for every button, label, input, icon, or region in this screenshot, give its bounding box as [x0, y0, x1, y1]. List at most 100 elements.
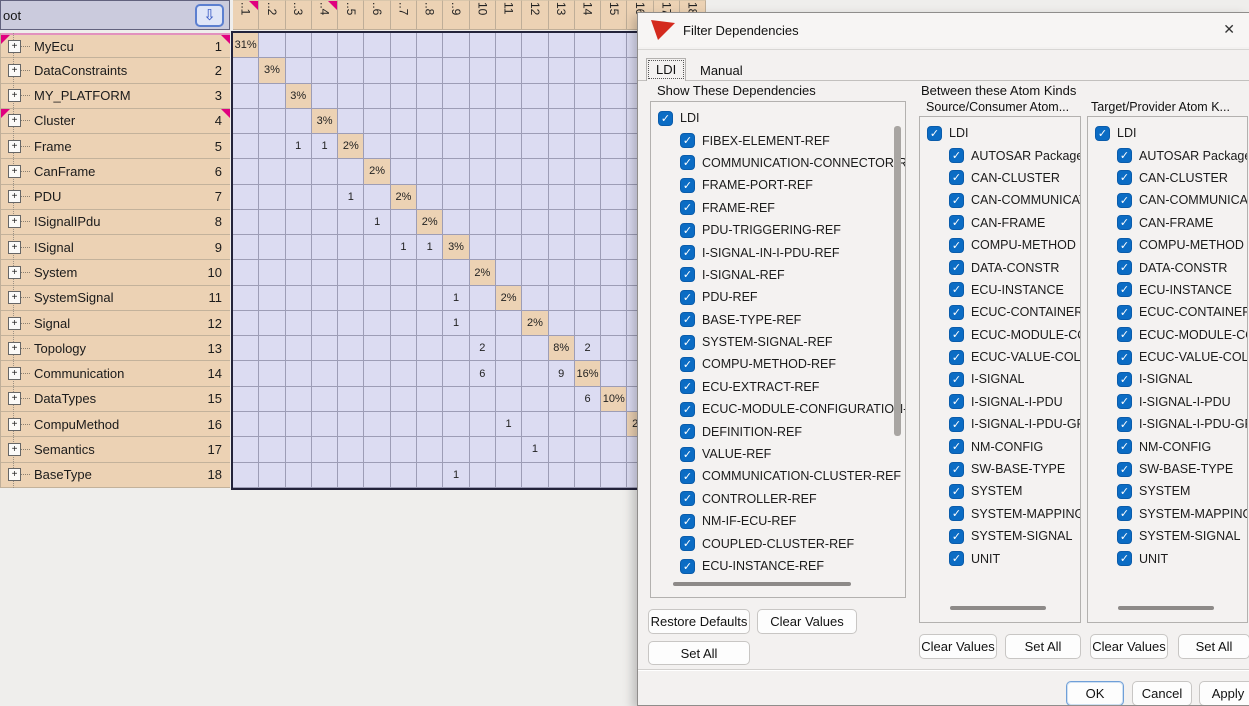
matrix-cell[interactable]: [338, 412, 364, 437]
close-icon[interactable]: ✕: [1223, 21, 1235, 38]
checkbox-item[interactable]: ✓SYSTEM-MAPPING: [949, 503, 1080, 525]
matrix-column-header[interactable]: ..3: [286, 0, 312, 30]
clear-values-button-source[interactable]: Clear Values: [919, 634, 997, 659]
checkbox-item[interactable]: ✓I-SIGNAL: [1117, 368, 1247, 390]
matrix-cell[interactable]: [575, 33, 601, 58]
matrix-cell[interactable]: [259, 286, 285, 311]
matrix-cell[interactable]: [391, 109, 417, 134]
matrix-cell[interactable]: 16%: [575, 361, 601, 386]
matrix-cell[interactable]: [338, 210, 364, 235]
matrix-cell[interactable]: [417, 463, 443, 488]
checkbox-checked-icon[interactable]: ✓: [680, 379, 695, 394]
matrix-row-header[interactable]: +PDU7: [1, 185, 230, 210]
matrix-cell[interactable]: [233, 109, 259, 134]
matrix-cell[interactable]: [312, 84, 338, 109]
matrix-cell[interactable]: [259, 412, 285, 437]
checkbox-item[interactable]: ✓ECUC-VALUE-COLLEC: [1117, 346, 1247, 368]
checkbox-checked-icon[interactable]: ✓: [680, 335, 695, 350]
matrix-cell[interactable]: [286, 109, 312, 134]
matrix-row-header[interactable]: +Semantics17: [1, 437, 230, 462]
expand-icon[interactable]: +: [8, 392, 21, 405]
checkbox-checked-icon[interactable]: ✓: [680, 200, 695, 215]
checkbox-checked-icon[interactable]: ✓: [949, 462, 964, 477]
matrix-cell[interactable]: [417, 311, 443, 336]
matrix-cell[interactable]: [549, 260, 575, 285]
matrix-cell[interactable]: [470, 109, 496, 134]
matrix-cell[interactable]: [522, 185, 548, 210]
matrix-cell[interactable]: [417, 437, 443, 462]
matrix-cell[interactable]: [549, 387, 575, 412]
matrix-cell[interactable]: 2%: [338, 134, 364, 159]
matrix-cell[interactable]: [549, 58, 575, 83]
checkbox-checked-icon[interactable]: ✓: [680, 424, 695, 439]
matrix-cell[interactable]: [575, 185, 601, 210]
matrix-row-header[interactable]: +ISignal9: [1, 235, 230, 260]
matrix-cell[interactable]: [233, 361, 259, 386]
matrix-cell[interactable]: [391, 210, 417, 235]
checkbox-item[interactable]: ✓I-SIGNAL-I-PDU: [1117, 391, 1247, 413]
matrix-row-header[interactable]: +Frame5: [1, 134, 230, 159]
matrix-cell[interactable]: [443, 58, 469, 83]
checkbox-checked-icon[interactable]: ✓: [949, 148, 964, 163]
matrix-cell[interactable]: 1: [443, 463, 469, 488]
checkbox-item[interactable]: ✓CAN-CLUSTER: [949, 167, 1080, 189]
expand-icon[interactable]: +: [8, 291, 21, 304]
checkbox-root-item[interactable]: ✓LDI: [658, 107, 905, 129]
matrix-column-header[interactable]: ..7: [391, 0, 417, 30]
matrix-cell[interactable]: [233, 185, 259, 210]
matrix-cell[interactable]: [575, 134, 601, 159]
checkbox-checked-icon[interactable]: ✓: [680, 267, 695, 282]
matrix-cell[interactable]: [391, 463, 417, 488]
matrix-row-header[interactable]: +ISignalIPdu8: [1, 210, 230, 235]
checkbox-checked-icon[interactable]: ✓: [949, 305, 964, 320]
checkbox-checked-icon[interactable]: ✓: [949, 372, 964, 387]
checkbox-checked-icon[interactable]: ✓: [680, 245, 695, 260]
matrix-cell[interactable]: [391, 437, 417, 462]
expand-icon[interactable]: +: [8, 468, 21, 481]
target-atoms-list[interactable]: ✓LDI✓AUTOSAR Package✓CAN-CLUSTER✓CAN-COM…: [1087, 116, 1248, 623]
clear-values-button-deps[interactable]: Clear Values: [757, 609, 857, 634]
matrix-row-header[interactable]: +SystemSignal11: [1, 286, 230, 311]
checkbox-item[interactable]: ✓ECUC-MODULE-CONFIGURATION-V: [680, 398, 905, 420]
expand-icon[interactable]: +: [8, 215, 21, 228]
matrix-cell[interactable]: [496, 361, 522, 386]
matrix-cell[interactable]: [470, 134, 496, 159]
matrix-row-header[interactable]: +Topology13: [1, 336, 230, 361]
matrix-cell[interactable]: [522, 159, 548, 184]
matrix-cell[interactable]: [391, 336, 417, 361]
matrix-cell[interactable]: [522, 235, 548, 260]
matrix-cell[interactable]: [391, 311, 417, 336]
matrix-cell[interactable]: [233, 311, 259, 336]
matrix-column-header[interactable]: 14: [575, 0, 601, 30]
checkbox-item[interactable]: ✓ECU-INSTANCE: [1117, 279, 1247, 301]
checkbox-checked-icon[interactable]: ✓: [1117, 215, 1132, 230]
matrix-cell[interactable]: [338, 437, 364, 462]
matrix-cell[interactable]: [364, 463, 390, 488]
cancel-button[interactable]: Cancel: [1132, 681, 1192, 706]
checkbox-checked-icon[interactable]: ✓: [949, 417, 964, 432]
matrix-cell[interactable]: [286, 336, 312, 361]
matrix-column-header[interactable]: ..9: [443, 0, 469, 30]
matrix-cell[interactable]: [549, 185, 575, 210]
matrix-cell[interactable]: [522, 109, 548, 134]
matrix-cell[interactable]: [443, 361, 469, 386]
matrix-cell[interactable]: [496, 58, 522, 83]
matrix-cell[interactable]: [601, 185, 627, 210]
matrix-row-header[interactable]: +MyEcu1: [1, 33, 230, 58]
matrix-column-header[interactable]: ..4: [312, 0, 338, 30]
matrix-cell[interactable]: [391, 286, 417, 311]
matrix-row-header[interactable]: +CanFrame6: [1, 159, 230, 184]
checkbox-checked-icon[interactable]: ✓: [1117, 462, 1132, 477]
set-all-button-source[interactable]: Set All: [1005, 634, 1081, 659]
matrix-cell[interactable]: [601, 109, 627, 134]
matrix-cell[interactable]: [417, 33, 443, 58]
matrix-column-header[interactable]: 12: [522, 0, 548, 30]
matrix-cell[interactable]: [522, 463, 548, 488]
matrix-cell[interactable]: [338, 260, 364, 285]
matrix-cell[interactable]: [496, 260, 522, 285]
matrix-cell[interactable]: [443, 33, 469, 58]
matrix-cell[interactable]: [417, 361, 443, 386]
matrix-cell[interactable]: [417, 134, 443, 159]
matrix-cell[interactable]: [549, 159, 575, 184]
matrix-cell[interactable]: [417, 260, 443, 285]
